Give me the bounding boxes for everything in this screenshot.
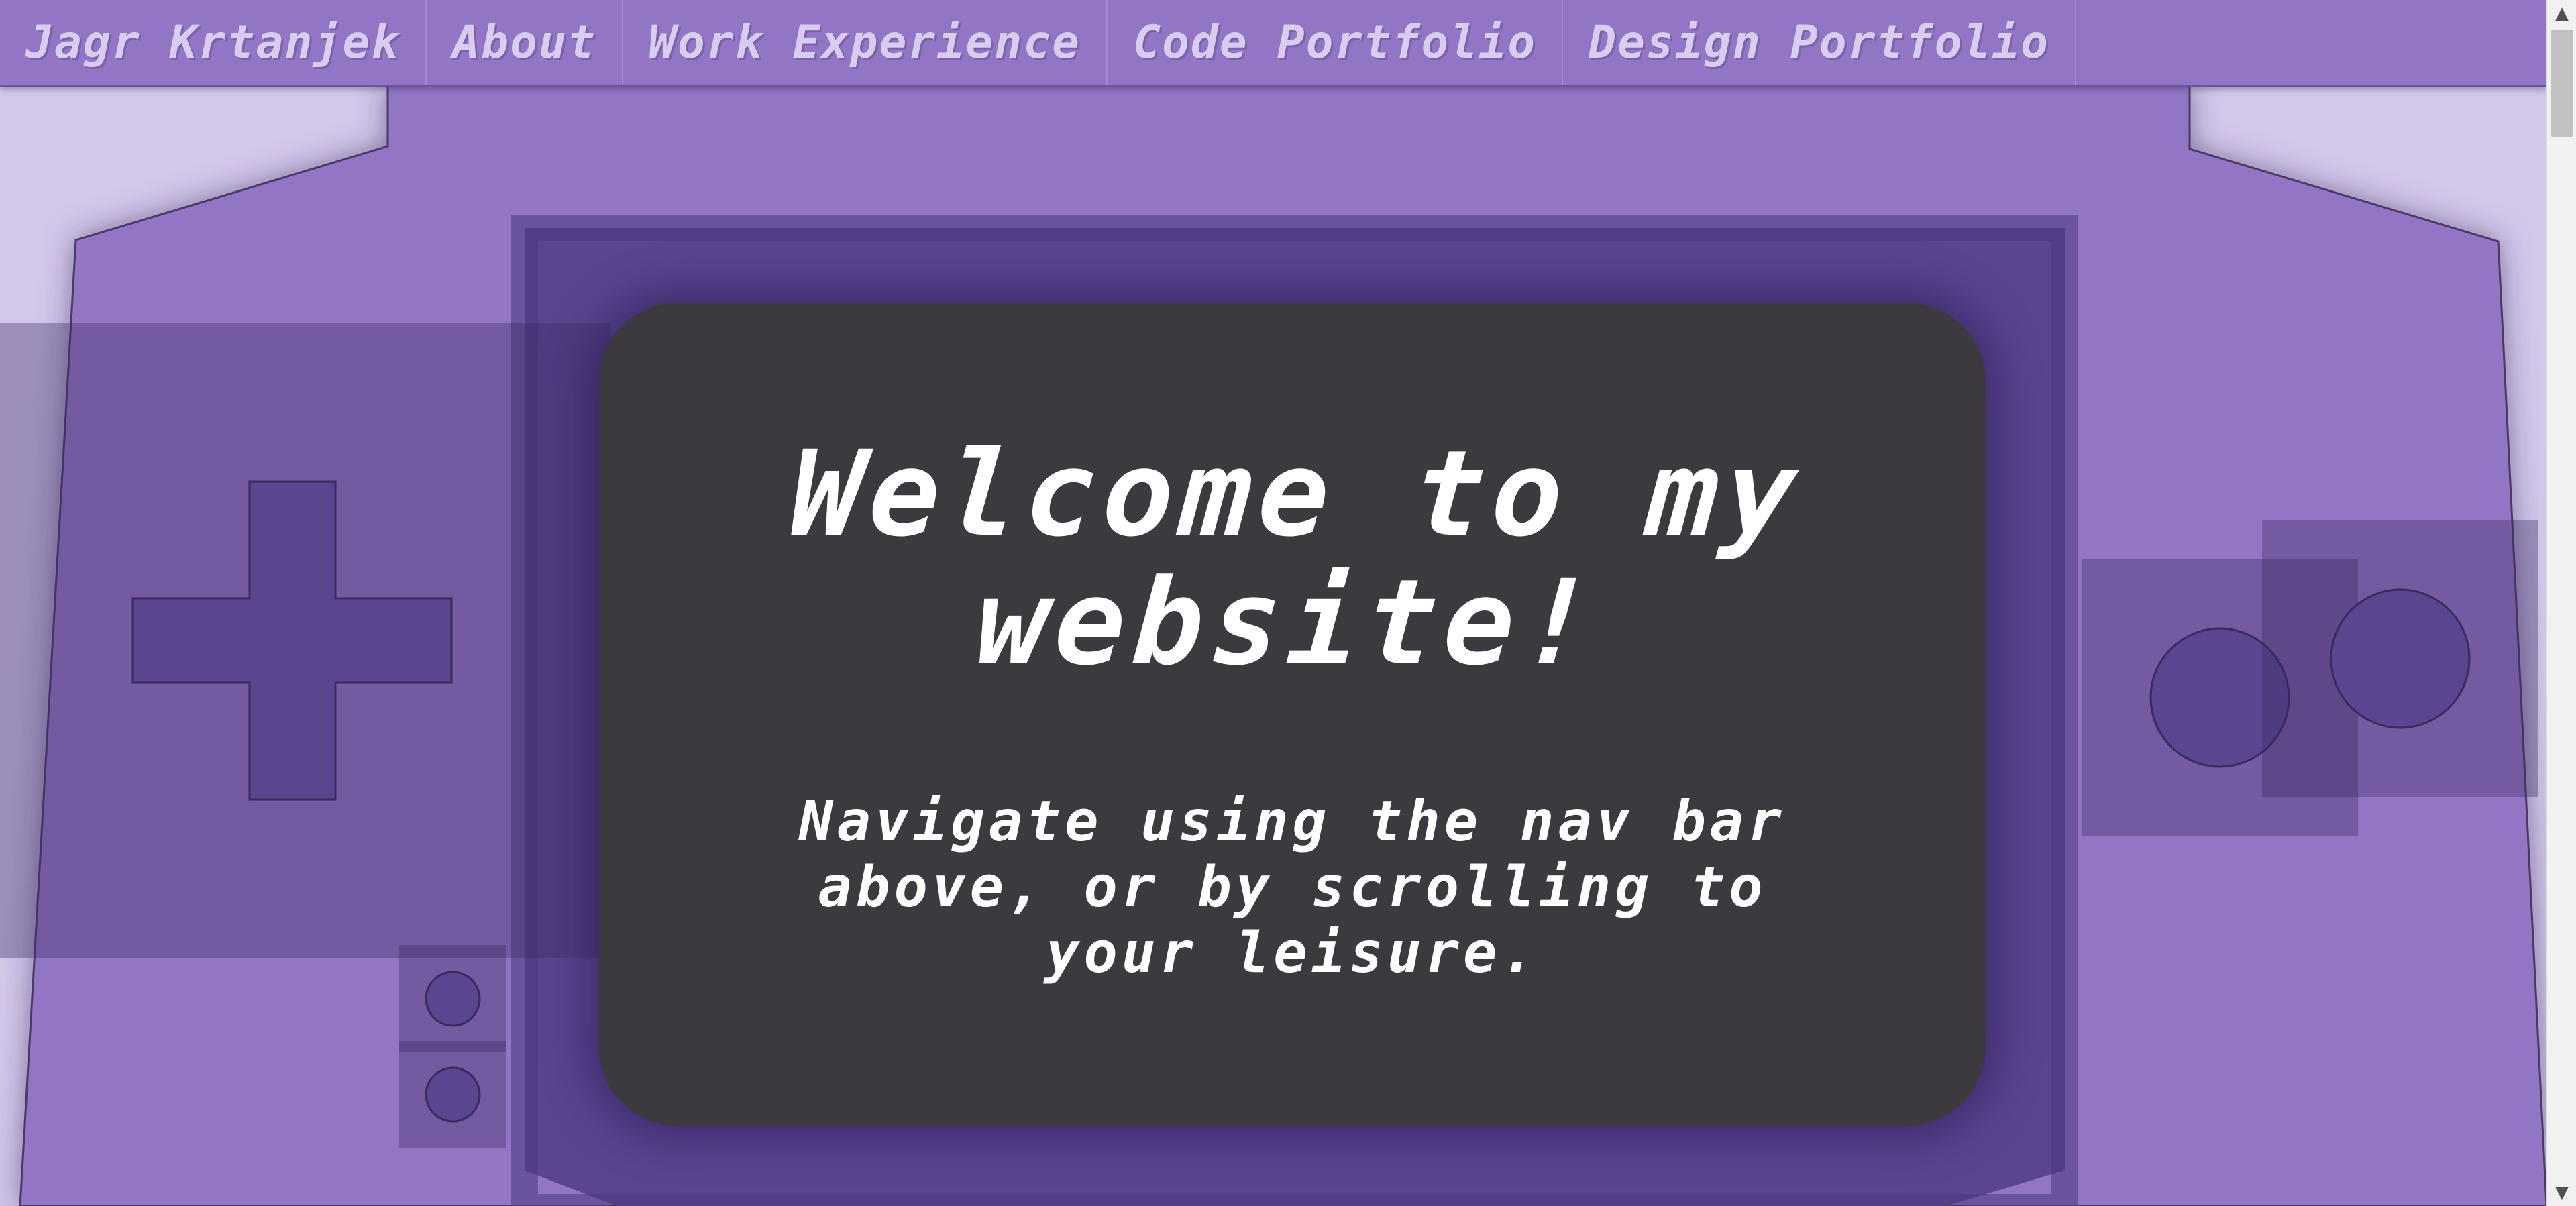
nav-item-design-portfolio[interactable]: Design Portfolio <box>1563 0 2077 85</box>
top-nav-bar: Jagr Krtanjek About Work Experience Code… <box>0 0 2546 87</box>
scroll-up-arrow-icon[interactable]: ▲ <box>2547 0 2576 27</box>
nav-item-about[interactable]: About <box>427 0 623 85</box>
b-button-icon <box>2149 627 2290 768</box>
start-button-icon <box>425 1066 481 1123</box>
scroll-thumb[interactable] <box>2551 30 2573 137</box>
select-button-icon <box>425 971 481 1027</box>
page-subtitle: Navigate using the nav bar above, or by … <box>799 788 1786 985</box>
vertical-scrollbar[interactable]: ▲ ▼ <box>2546 0 2576 1206</box>
page-title: Welcome to my website! <box>786 425 1808 692</box>
nav-item-work-experience[interactable]: Work Experience <box>623 0 1108 85</box>
scroll-down-arrow-icon[interactable]: ▼ <box>2547 1179 2576 1206</box>
page: Jagr Krtanjek About Work Experience Code… <box>0 0 2576 1206</box>
nav-item-code-portfolio[interactable]: Code Portfolio <box>1108 0 1564 85</box>
a-button-icon <box>2330 588 2471 729</box>
nav-item-home[interactable]: Jagr Krtanjek <box>0 0 427 85</box>
console-screen: Welcome to my website! Navigate using th… <box>599 303 1986 1126</box>
